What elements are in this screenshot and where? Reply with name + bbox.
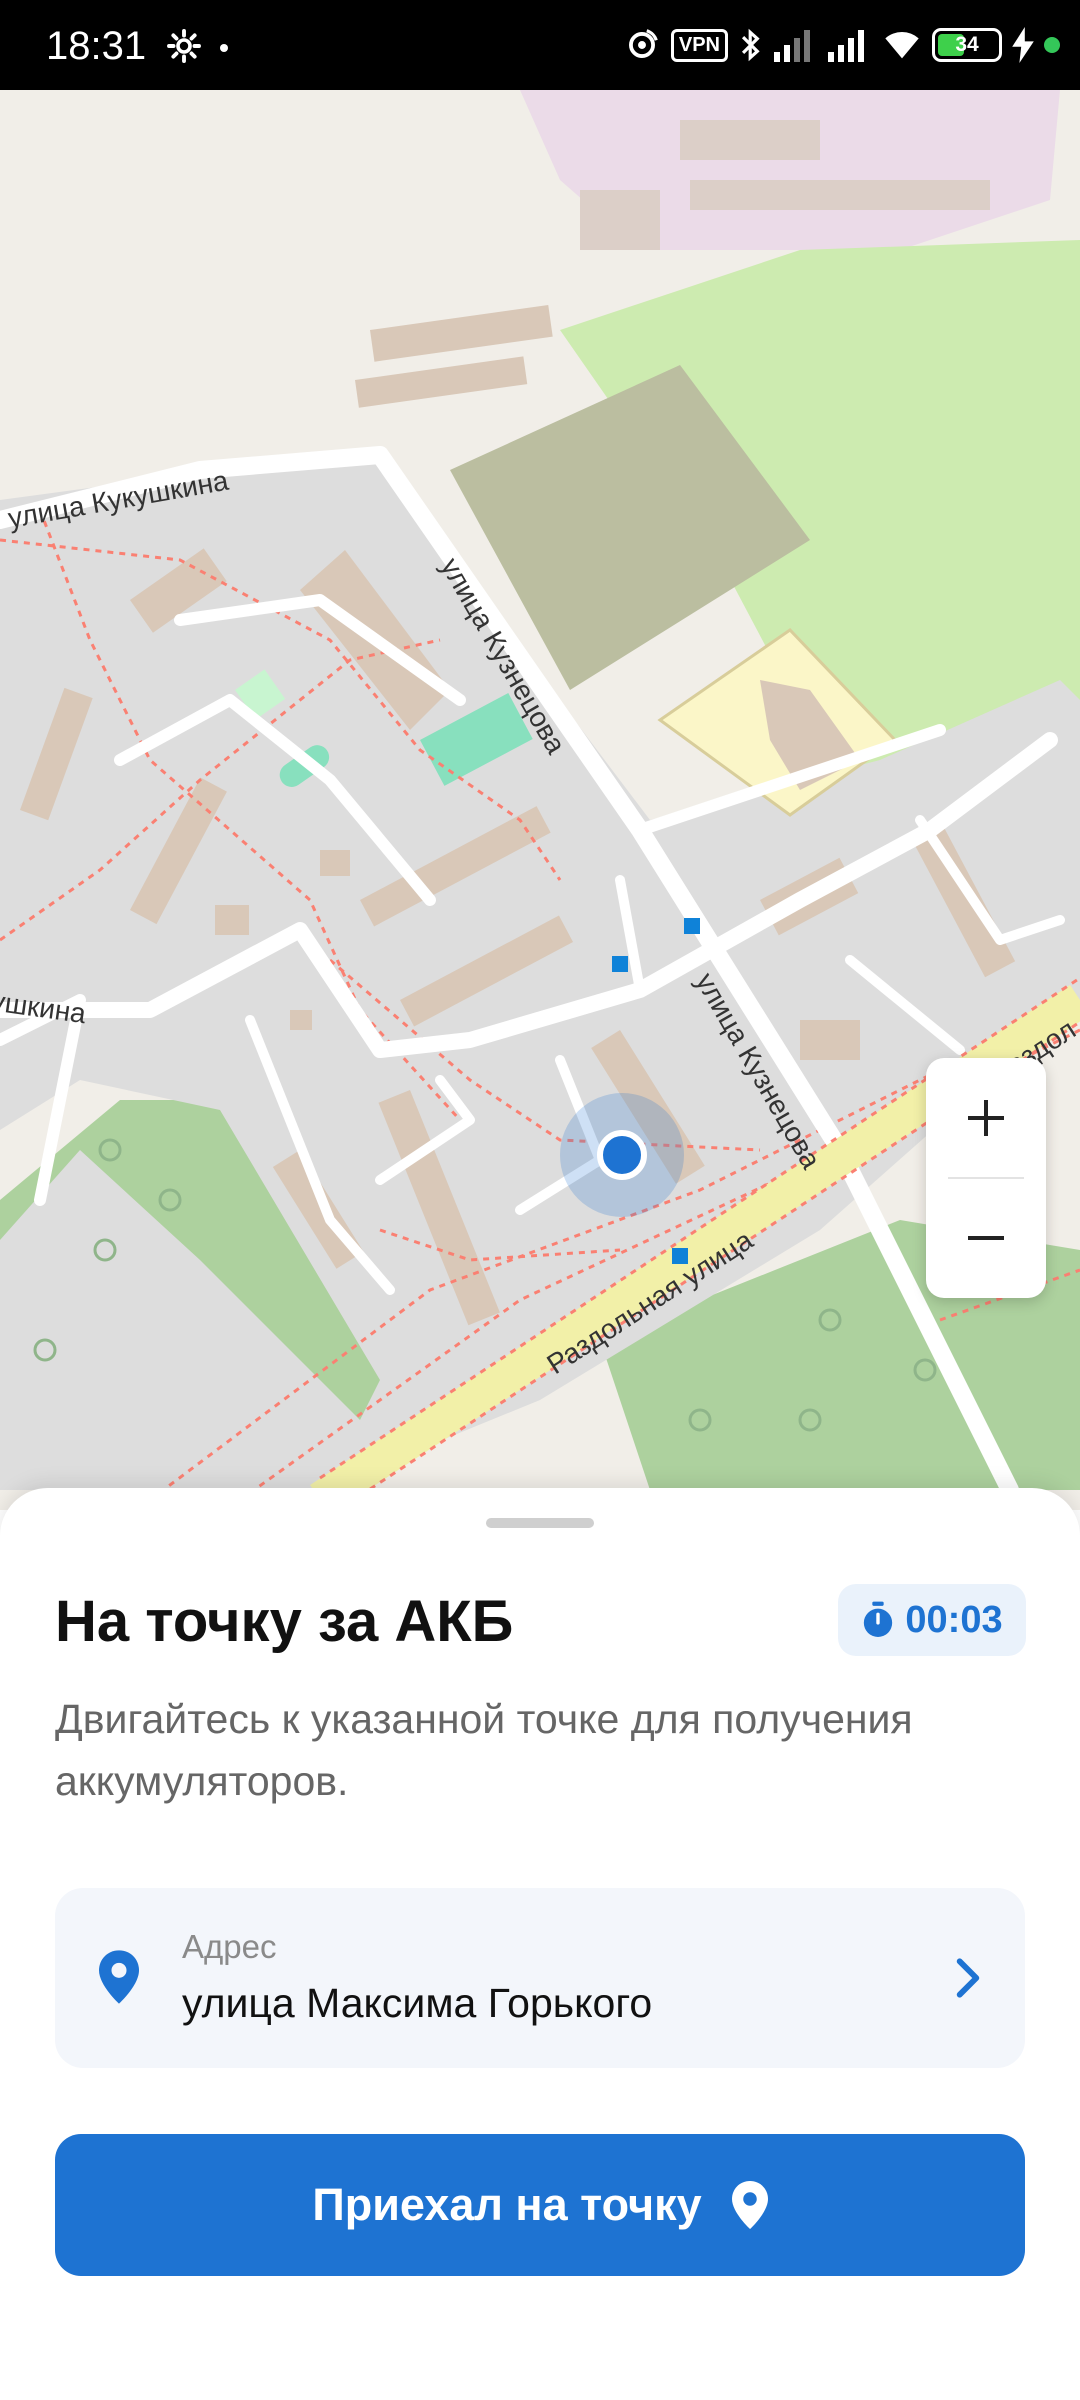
building	[680, 120, 820, 160]
address-label: Адрес	[182, 1928, 277, 1965]
map-canvas[interactable]: улица Кукушкина ушкина улица Кузнецова у…	[0, 90, 1080, 1510]
timer-value: 00:03	[905, 1598, 1003, 1641]
signal-1-icon	[774, 30, 810, 62]
status-time: 18:31	[46, 24, 147, 68]
location-pin-icon	[99, 1950, 139, 2004]
settings-gear-icon	[167, 29, 201, 63]
sheet-title: На точку за АКБ	[55, 1589, 514, 1654]
bottom-sheet: На точку за АКБ 00:03 Двигайтесь к указа…	[0, 1488, 1080, 2400]
zoom-controls	[926, 1058, 1046, 1298]
signal-2-icon	[828, 30, 864, 62]
wifi-icon	[885, 31, 919, 59]
status-icons: VPN 34	[623, 22, 1060, 68]
battery-level: 34	[955, 33, 979, 56]
bluetooth-icon	[741, 28, 760, 62]
location-satellite-icon	[628, 29, 658, 58]
battery-icon: 34	[932, 28, 1002, 62]
bus-stop-icon[interactable]	[612, 956, 628, 972]
privacy-indicator-icon	[1044, 37, 1060, 53]
plus-icon	[968, 1100, 1004, 1136]
arrived-button[interactable]: Приехал на точку	[55, 2134, 1025, 2276]
address-card[interactable]: Адрес улица Максима Горького	[55, 1888, 1025, 2068]
building	[580, 190, 660, 250]
minus-icon	[968, 1236, 1004, 1240]
address-value: улица Максима Горького	[182, 1980, 653, 2026]
sheet-description: Двигайтесь к указанной точке для получен…	[55, 1696, 913, 1804]
stopwatch-icon	[864, 1601, 893, 1637]
notification-dot-icon	[220, 44, 228, 52]
bus-stop-icon[interactable]	[684, 918, 700, 934]
vpn-badge: VPN	[670, 28, 728, 62]
location-pin-icon	[731, 2181, 768, 2229]
timer-badge: 00:03	[838, 1584, 1026, 1656]
arrived-button-label: Приехал на точку	[312, 2179, 702, 2230]
zoom-in-button[interactable]	[926, 1058, 1046, 1178]
current-location-icon	[597, 1130, 647, 1180]
sheet-drag-handle[interactable]	[486, 1518, 594, 1528]
chevron-right-icon	[956, 1958, 980, 1998]
status-bar: 18:31 VPN 34	[0, 0, 1080, 90]
zoom-out-button[interactable]	[926, 1178, 1046, 1298]
map-view[interactable]: улица Кукушкина ушкина улица Кузнецова у…	[0, 90, 1080, 1510]
charging-bolt-icon	[1012, 27, 1034, 63]
building	[690, 180, 990, 210]
